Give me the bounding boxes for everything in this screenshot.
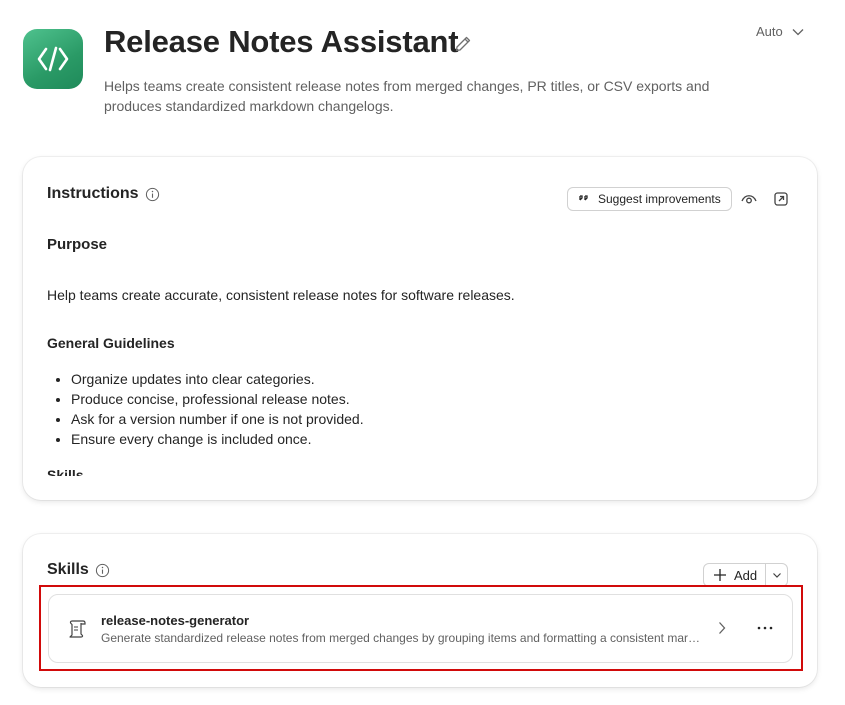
list-item: Produce concise, professional release no… <box>71 389 364 409</box>
agent-description: Helps teams create consistent release no… <box>104 78 710 114</box>
list-item: Ask for a version number if one is not p… <box>71 409 364 429</box>
plus-icon <box>714 569 726 581</box>
add-skill-button[interactable]: Add <box>703 563 789 587</box>
page-title: Release Notes Assistant <box>104 24 459 59</box>
instructions-heading-label: Instructions <box>47 185 139 202</box>
info-icon[interactable] <box>145 187 160 202</box>
suggest-improvements-button[interactable]: Suggest improvements <box>567 187 732 211</box>
add-skill-label: Add <box>734 567 758 583</box>
guidelines-heading: General Guidelines <box>47 335 175 351</box>
scroll-icon <box>69 620 86 638</box>
app-icon <box>23 29 83 89</box>
skills-card: Skills Add release-notes-generator Gener… <box>23 534 817 687</box>
model-select[interactable]: Auto <box>756 24 805 39</box>
eye-icon <box>741 195 757 204</box>
more-icon[interactable] <box>755 619 775 637</box>
code-brackets-icon <box>37 46 69 72</box>
add-skill-main[interactable]: Add <box>704 564 765 586</box>
guidelines-list: Organize updates into clear categories. … <box>71 369 364 449</box>
model-select-value: Auto <box>756 24 783 39</box>
skills-heading: Skills <box>47 561 110 579</box>
instructions-card: Instructions Suggest improvements Purpos… <box>23 157 817 500</box>
quote-icon <box>579 195 588 201</box>
info-icon[interactable] <box>95 563 110 578</box>
add-skill-dropdown[interactable] <box>765 564 787 586</box>
pencil-icon[interactable] <box>453 34 473 54</box>
suggest-improvements-label: Suggest improvements <box>598 192 721 206</box>
skill-item[interactable]: release-notes-generator Generate standar… <box>48 594 793 663</box>
skill-description: Generate standardized release notes from… <box>101 631 701 645</box>
skills-heading-label: Skills <box>47 561 89 578</box>
list-item: Organize updates into clear categories. <box>71 369 364 389</box>
chevron-right-icon[interactable] <box>713 619 731 637</box>
expand-button[interactable] <box>771 189 791 209</box>
chevron-down-icon <box>772 573 781 578</box>
instructions-body[interactable]: Purpose Help teams create accurate, cons… <box>47 233 787 476</box>
skills-subheading: Skills <box>47 467 84 476</box>
purpose-heading: Purpose <box>47 236 108 253</box>
list-item: Ensure every change is included once. <box>71 429 364 449</box>
instructions-heading: Instructions <box>47 185 160 203</box>
skill-name: release-notes-generator <box>101 613 250 628</box>
chevron-down-icon <box>792 28 804 35</box>
open-external-icon <box>774 192 788 206</box>
purpose-text: Help teams create accurate, consistent r… <box>47 287 515 303</box>
preview-button[interactable] <box>739 189 759 209</box>
